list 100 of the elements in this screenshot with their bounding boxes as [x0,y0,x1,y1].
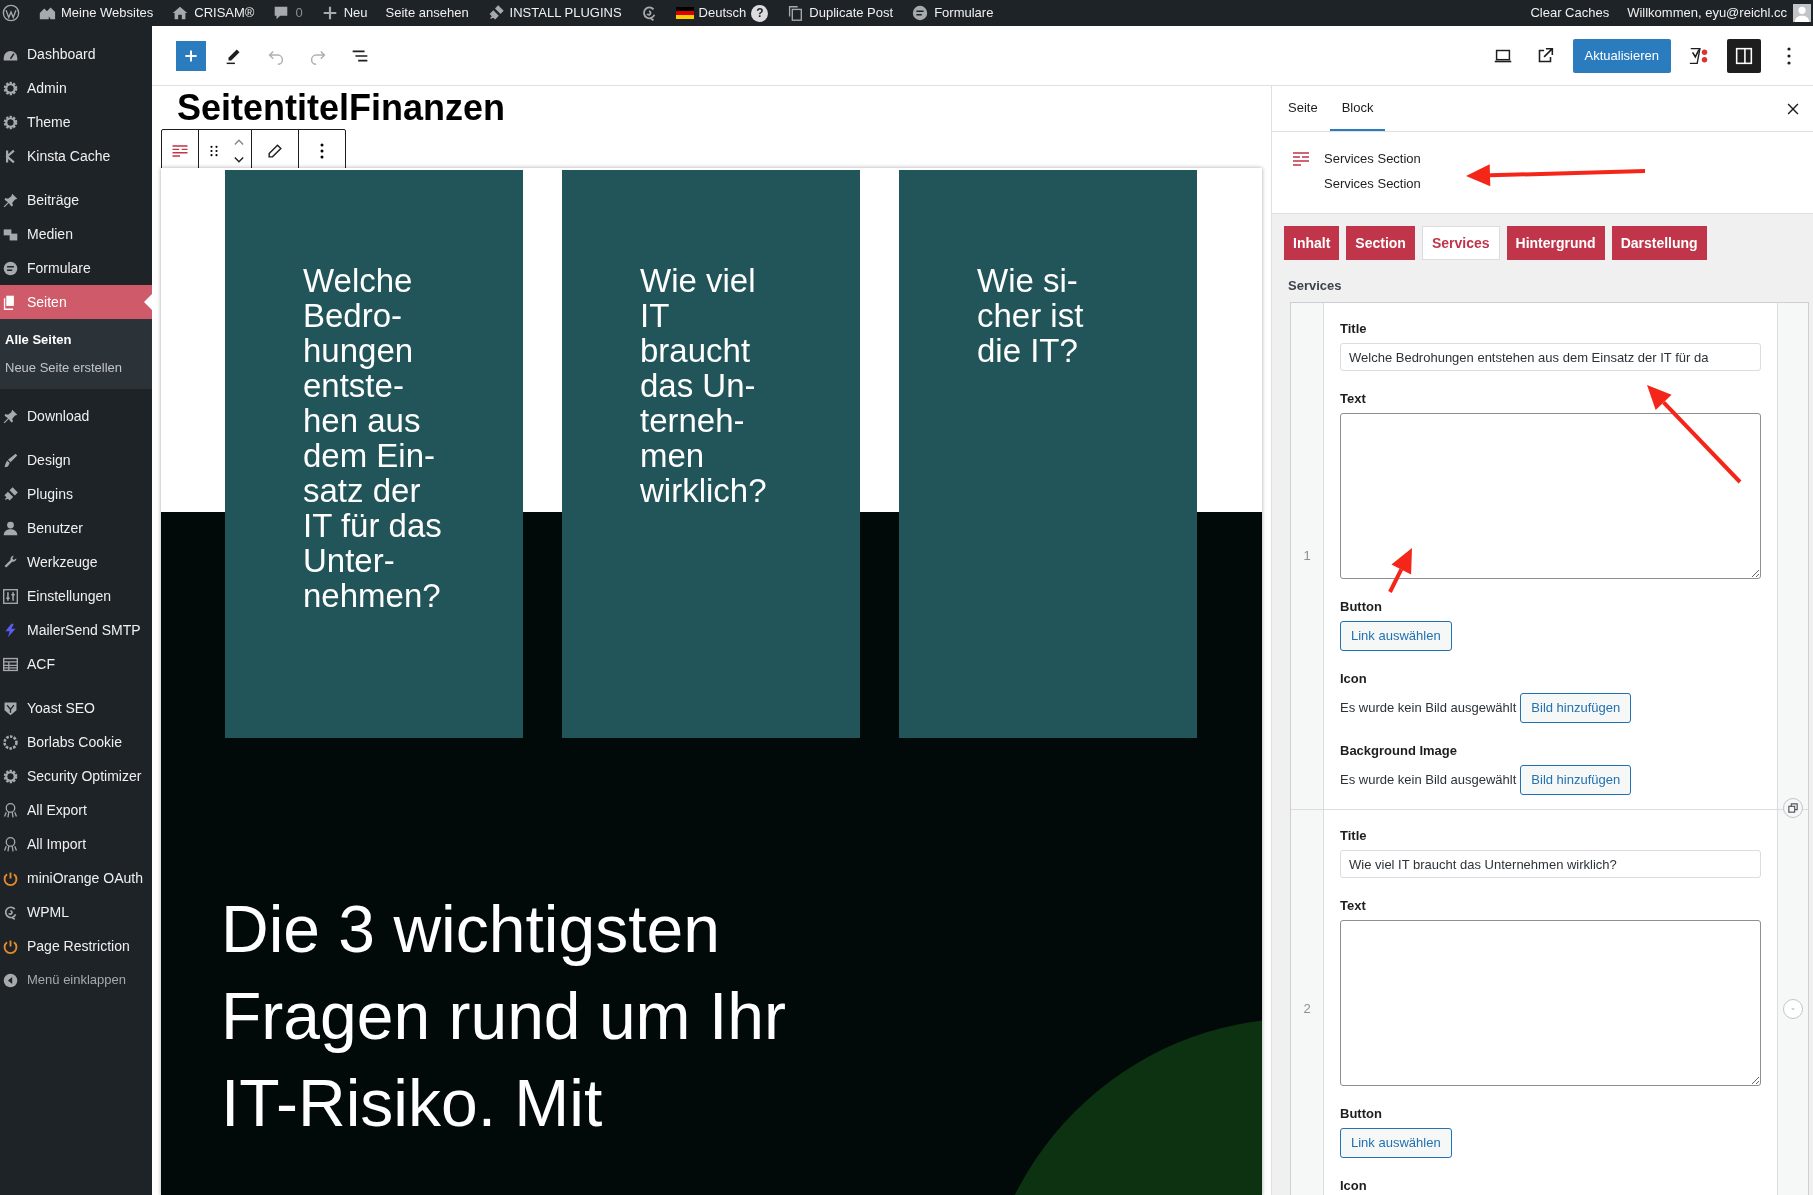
close-icon [1786,101,1800,116]
sidebar-item[interactable]: Medien [0,217,152,251]
add-block-button[interactable] [176,40,206,71]
gear-icon [2,767,19,785]
sidebar-item[interactable]: WPML [0,895,152,929]
admin-bar-link[interactable]: INSTALL PLUGINS [509,3,622,23]
field-label: Text [1340,898,1367,914]
swirl-logo-icon [2,903,19,921]
panel-tab[interactable]: Block [1329,86,1386,131]
admin-bar-link[interactable]: Deutsch [698,3,747,23]
admin-bar-link[interactable]: 0 [295,3,303,23]
admin-bar-link[interactable]: Willkommen, eyu@reichl.cc [1627,3,1787,23]
add-image-button[interactable]: Bild hinzufügen [1520,693,1632,723]
block-name: Services Section [1324,150,1421,167]
card-title: Welche Bedro- hungen entste- hen aus dem Ein- satz der IT für das Unter- nehmen? [303,263,443,613]
pin-icon [2,407,19,425]
add-image-button[interactable]: Bild hinzufügen [1520,765,1632,795]
select-link-button[interactable]: Link auswählen [1340,1128,1452,1158]
section-tab[interactable]: Hintergrund [1506,226,1605,260]
ring-icon [2,733,19,751]
admin-bar-link[interactable]: Duplicate Post [809,3,894,23]
annotation-arrow [1388,548,1412,593]
sidebar-item[interactable]: MailerSend SMTP [0,613,152,647]
sidebar-item[interactable]: Dashboard [0,37,152,71]
gear-icon [2,79,19,97]
sidebar-item[interactable]: Download [0,399,152,433]
octopus-icon [2,801,19,819]
block-type-icon [1292,151,1310,167]
help-badge[interactable]: ? [751,4,769,22]
no-image-note: Es wurde kein Bild ausgewählt [1340,699,1517,718]
sidebar-item[interactable]: miniOrange OAuth [0,861,152,895]
plus-icon [183,47,199,64]
sidebar-item[interactable]: Formulare [0,251,152,285]
admin-bar-link[interactable]: Seite ansehen [385,3,469,23]
submenu-item[interactable]: Neue Seite erstellen [0,354,152,382]
text-input[interactable]: Wie viel IT braucht das Unternehmen wirklich? [1340,850,1761,878]
collapse-menu-link[interactable]: Menü einklappen [0,963,152,997]
wordpress-logo-icon[interactable] [2,4,20,22]
field-label: Icon [1340,671,1368,687]
no-image-note: Es wurde kein Bild ausgewählt [1340,771,1517,790]
sidebar-item[interactable]: Design [0,443,152,477]
copy-icon [1788,803,1798,813]
sidebar-item[interactable]: Werkzeuge [0,545,152,579]
admin-bar-link[interactable]: Neu [343,3,368,23]
sidebar-item[interactable]: Beiträge [0,183,152,217]
field-label: Button [1340,599,1383,615]
section-tab[interactable]: Services [1421,226,1500,260]
update-button[interactable]: Aktualisieren [1572,38,1671,73]
section-tab[interactable]: Section [1346,226,1415,260]
sidebar-item[interactable]: Security Optimizer [0,759,152,793]
more-icon [320,143,324,159]
sidebar-item[interactable]: Seiten [0,285,152,319]
group-label: Services [1288,278,1343,294]
sidebar-item[interactable]: Borlabs Cookie [0,725,152,759]
german-flag-icon [675,7,694,19]
select-link-button[interactable]: Link auswählen [1340,621,1452,651]
copy-icon[interactable] [786,4,805,22]
sidebar-item[interactable]: All Import [0,827,152,861]
text-area[interactable] [1340,413,1761,579]
user-icon [2,519,19,537]
home-icon[interactable] [171,4,190,22]
block-description: Services Section [1324,175,1421,192]
table-icon [2,655,19,673]
sidebar-item[interactable]: Admin [0,71,152,105]
sidebar-item[interactable]: Benutzer [0,511,152,545]
sliders-icon [2,587,19,605]
octopus-icon [2,835,19,853]
pin-icon [2,191,19,209]
pencil-icon [265,141,285,161]
gear-icon [2,113,19,131]
text-input[interactable]: Welche Bedrohungen entstehen aus dem Einsatz der IT für da [1340,343,1761,371]
sidebar-item[interactable]: All Export [0,793,152,827]
admin-bar-link[interactable]: Clear Caches [1530,3,1610,23]
panel-tab[interactable]: Seite [1276,86,1330,131]
sidebar-item[interactable]: Page Restriction [0,929,152,963]
sidebar-item[interactable]: Plugins [0,477,152,511]
admin-bar-link[interactable]: Formulare [934,3,994,23]
sidebar-item[interactable]: Theme [0,105,152,139]
sidebar-item[interactable]: Yoast SEO [0,691,152,725]
section-heading: Die 3 wichtigsten Fragen rund um Ihr IT-Risiko. Mit [221,891,786,1142]
brush-icon [2,451,19,469]
sidebar-item[interactable]: Kinsta Cache [0,139,152,173]
page-title: SeitentitelFinanzen [177,88,506,128]
section-tab[interactable]: Inhalt [1284,226,1340,260]
field-label: Title [1340,321,1368,337]
more-icon [1787,46,1791,65]
admin-bar-link[interactable]: Meine Websites [61,3,154,23]
card-title: Wie viel IT braucht das Un- terneh- men wirklich? [640,263,768,508]
sidebar-item[interactable]: Einstellungen [0,579,152,613]
form-icon[interactable] [911,4,930,22]
admin-bar-link[interactable]: CRISAM® [194,3,255,23]
field-label: Text [1340,391,1367,407]
sidebar-item[interactable]: ACF [0,647,152,681]
add-row-button[interactable] [1783,798,1803,818]
field-label: Button [1340,1106,1383,1122]
section-tab[interactable]: Darstellung [1611,226,1707,260]
settings-toggle-button[interactable] [1727,38,1761,73]
submenu-item[interactable]: Alle Seiten [0,326,152,354]
plug-icon [2,485,19,503]
field-label: Background Image [1340,743,1459,759]
